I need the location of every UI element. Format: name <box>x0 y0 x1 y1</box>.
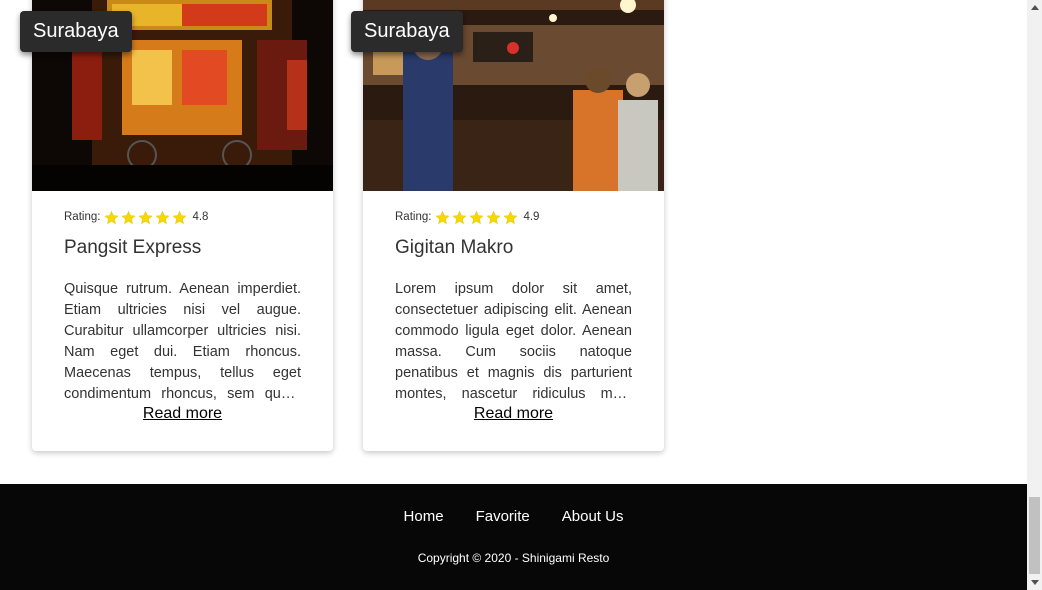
star-icon <box>435 210 450 224</box>
restaurant-card[interactable]: Surabaya Rating: 4.8 Pangsit Express Qui… <box>20 0 333 451</box>
city-tag: Surabaya <box>351 11 463 52</box>
star-icon <box>486 210 501 224</box>
footer-nav: Home Favorite About Us <box>0 508 1027 526</box>
star-icon <box>155 210 170 224</box>
read-more-link[interactable]: Read more <box>395 404 632 424</box>
scroll-up-arrow-icon[interactable] <box>1027 0 1042 15</box>
scrollbar-thumb[interactable] <box>1029 497 1040 574</box>
restaurant-name: Pangsit Express <box>64 237 202 258</box>
city-tag: Surabaya <box>20 11 132 52</box>
rating-label: Rating: <box>64 211 101 223</box>
copyright-text: Copyright © 2020 - Shinigami Resto <box>417 551 610 565</box>
star-icon <box>503 210 518 224</box>
footer-link-home[interactable]: Home <box>388 508 460 526</box>
restaurant-description: Lorem ipsum dolor sit amet, consectetuer… <box>395 281 632 402</box>
restaurant-name: Gigitan Makro <box>395 237 514 258</box>
restaurant-list-page: Surabaya Rating: 4.8 Pangsit Express Qui… <box>0 0 1027 590</box>
restaurant-description: Quisque rutrum. Aenean imperdiet. Etiam … <box>64 281 301 402</box>
rating-value: 4.8 <box>192 211 209 223</box>
star-icon <box>121 210 136 224</box>
rating: Rating: 4.9 <box>395 208 539 226</box>
star-icon <box>104 210 119 224</box>
star-icon <box>138 210 153 224</box>
star-icon <box>452 210 467 224</box>
rating-value: 4.9 <box>523 211 540 223</box>
footer-link-favorite[interactable]: Favorite <box>460 508 546 526</box>
footer-link-about-us[interactable]: About Us <box>546 508 640 526</box>
rating: Rating: 4.8 <box>64 208 208 226</box>
star-icon <box>172 210 187 224</box>
scroll-down-arrow-icon[interactable] <box>1027 575 1042 590</box>
rating-stars <box>435 210 520 225</box>
star-icon <box>469 210 484 224</box>
footer: Home Favorite About Us Copyright © 2020 … <box>0 484 1027 590</box>
restaurant-card[interactable]: Surabaya Rating: 4.9 Gigitan Makro Lorem… <box>351 0 664 451</box>
vertical-scrollbar[interactable] <box>1027 0 1042 590</box>
read-more-link[interactable]: Read more <box>64 404 301 424</box>
rating-label: Rating: <box>395 211 432 223</box>
rating-stars <box>104 210 189 225</box>
